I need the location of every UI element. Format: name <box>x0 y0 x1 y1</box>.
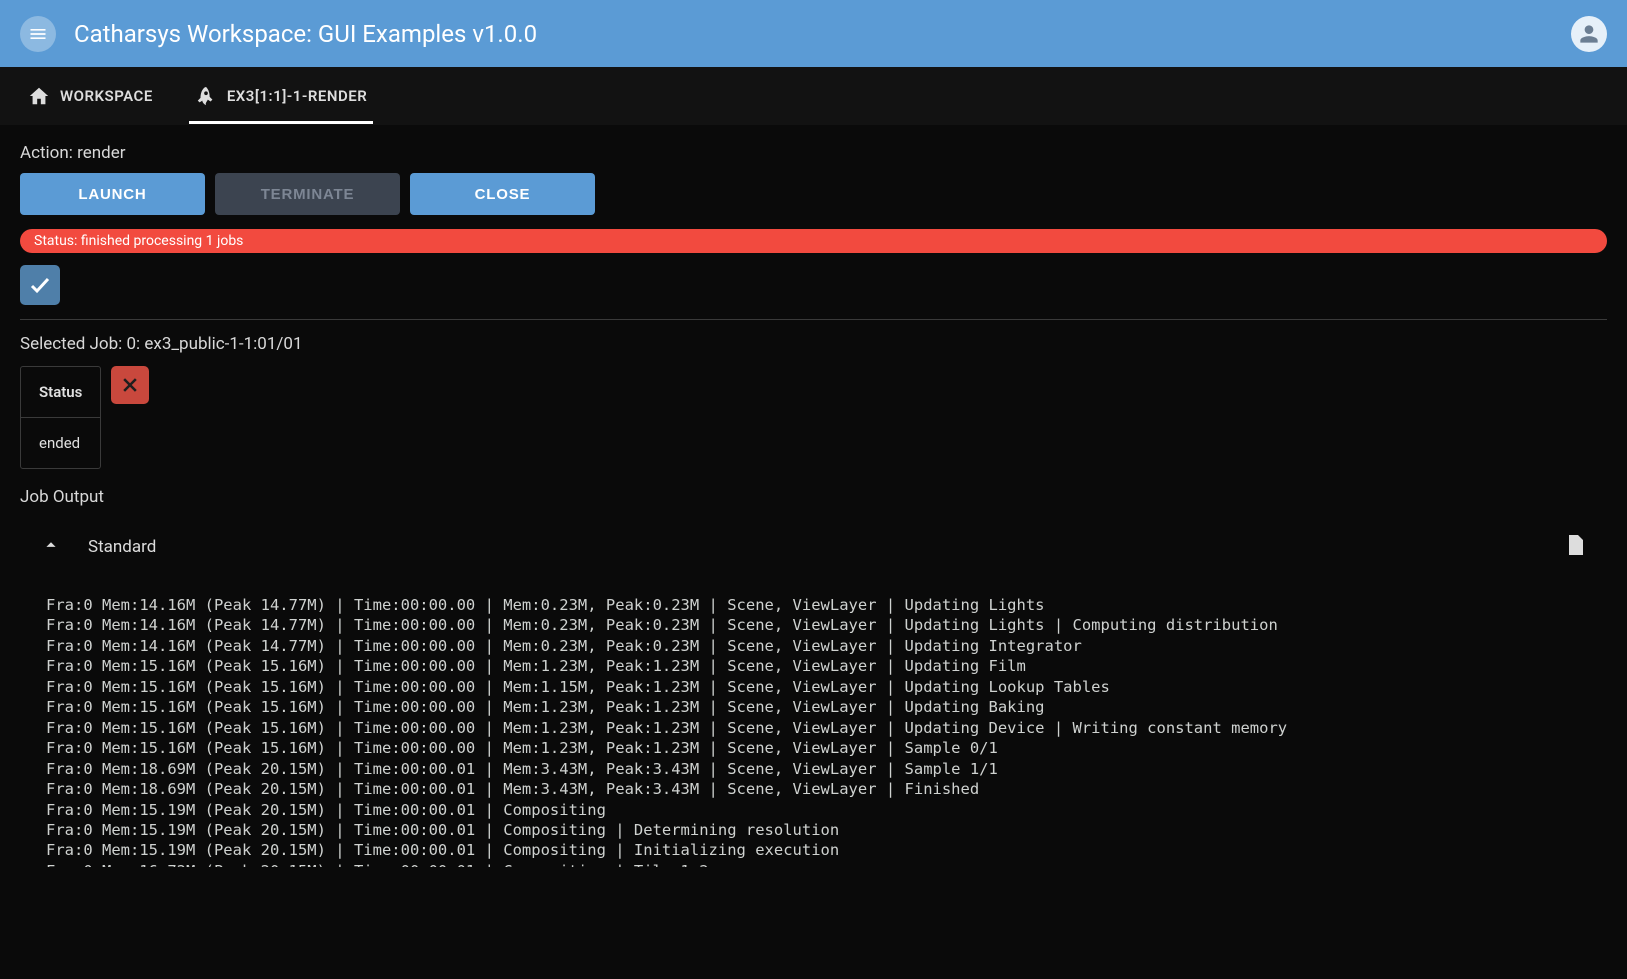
check-icon <box>28 273 52 297</box>
app-title: Catharsys Workspace: GUI Examples v1.0.0 <box>74 20 537 48</box>
divider <box>20 319 1607 320</box>
topbar-left: Catharsys Workspace: GUI Examples v1.0.0 <box>20 16 537 52</box>
close-button[interactable]: CLOSE <box>410 173 595 215</box>
open-log-button[interactable] <box>1563 533 1587 561</box>
action-buttons: LAUNCH TERMINATE CLOSE <box>20 173 1607 215</box>
menu-button[interactable] <box>20 16 56 52</box>
status-table: Status ended <box>20 366 101 469</box>
launch-button[interactable]: LAUNCH <box>20 173 205 215</box>
tab-workspace-label: WORKSPACE <box>60 87 153 105</box>
output-section-label: Standard <box>88 537 156 557</box>
terminate-button[interactable]: TERMINATE <box>215 173 400 215</box>
expander-left: Standard <box>40 534 156 560</box>
tab-workspace[interactable]: WORKSPACE <box>22 69 159 124</box>
close-icon <box>120 375 140 395</box>
home-icon <box>28 85 50 107</box>
topbar: Catharsys Workspace: GUI Examples v1.0.0 <box>0 0 1627 67</box>
status-value: ended <box>21 418 100 468</box>
tab-render[interactable]: EX3[1:1]-1-RENDER <box>189 69 373 124</box>
account-button[interactable] <box>1571 16 1607 52</box>
rocket-icon <box>195 85 217 107</box>
log-output: Fra:0 Mem:14.16M (Peak 14.77M) | Time:00… <box>20 567 1607 867</box>
hamburger-icon <box>28 24 48 44</box>
collapse-toggle[interactable] <box>40 534 62 560</box>
tabbar: WORKSPACE EX3[1:1]-1-RENDER <box>0 67 1627 125</box>
output-section-header: Standard <box>20 527 1607 567</box>
document-icon <box>1563 533 1587 557</box>
confirm-button[interactable] <box>20 265 60 305</box>
action-label: Action: render <box>20 143 1607 163</box>
status-bar: Status: finished processing 1 jobs <box>20 229 1607 253</box>
tab-render-label: EX3[1:1]-1-RENDER <box>227 87 367 105</box>
chevron-up-icon <box>40 534 62 556</box>
close-job-button[interactable] <box>111 366 149 404</box>
status-row: Status ended <box>20 366 1607 469</box>
job-output-label: Job Output <box>20 487 1607 507</box>
account-icon <box>1576 21 1602 47</box>
content: Action: render LAUNCH TERMINATE CLOSE St… <box>0 125 1627 885</box>
selected-job-label: Selected Job: 0: ex3_public-1-1:01/01 <box>20 334 1607 354</box>
status-header: Status <box>21 367 100 418</box>
